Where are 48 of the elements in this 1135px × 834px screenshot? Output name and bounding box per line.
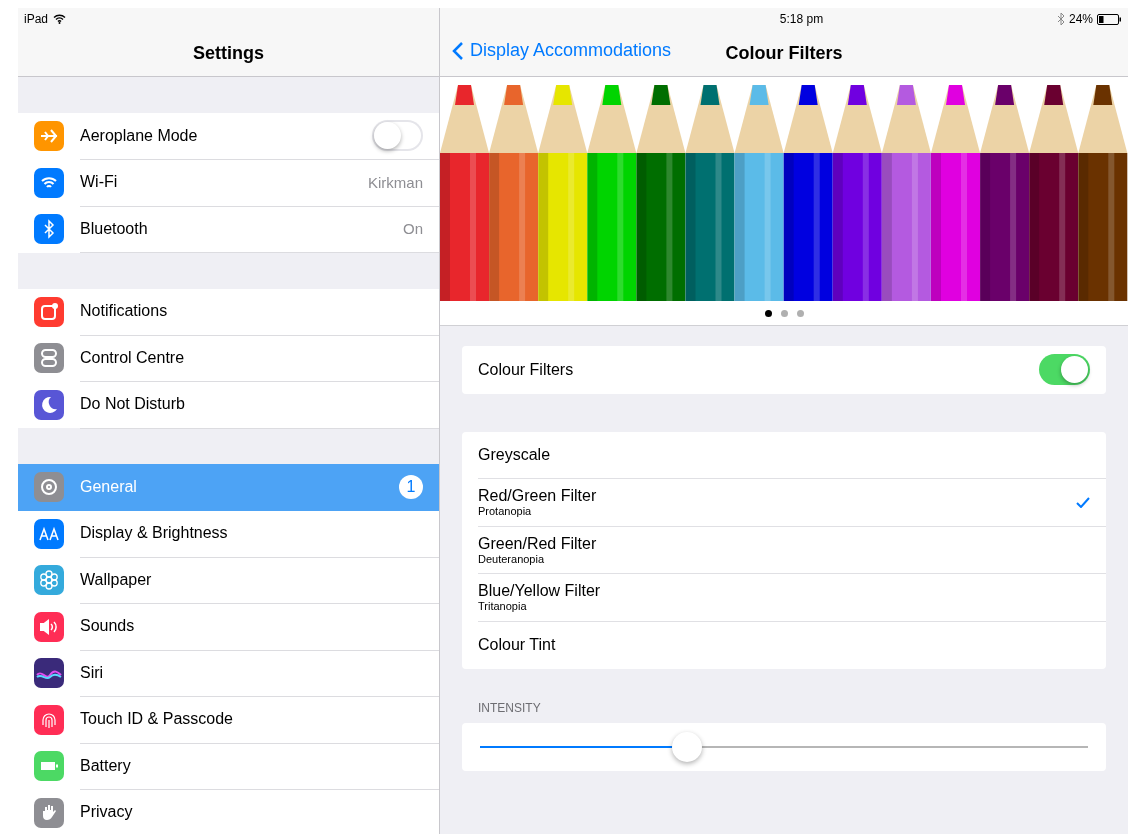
toggle-switch[interactable] bbox=[1039, 354, 1090, 386]
settings-label: Sounds bbox=[80, 617, 135, 636]
setting-label: Colour Filters bbox=[478, 360, 574, 379]
filter-description: Deuteranopia bbox=[478, 552, 546, 565]
bluetooth-icon bbox=[1056, 13, 1065, 25]
settings-label: Privacy bbox=[80, 803, 133, 822]
settings-label: Control Centre bbox=[80, 348, 185, 367]
filter-option[interactable]: Colour Tint bbox=[478, 621, 1106, 669]
settings-label: Notifications bbox=[80, 302, 168, 321]
filter-option[interactable]: Blue/Yellow Filter Tritanopia bbox=[478, 574, 1106, 622]
battery-icon bbox=[1097, 13, 1122, 25]
page-dot[interactable] bbox=[796, 309, 804, 317]
filter-name: Colour Tint bbox=[478, 636, 556, 655]
filter-name: Red/Green Filter bbox=[478, 487, 597, 506]
filter-name: Blue/Yellow Filter bbox=[478, 582, 601, 601]
filter-name: Green/Red Filter bbox=[478, 534, 597, 553]
chevron-left-icon bbox=[452, 40, 464, 61]
clock-time: 5:18 pm bbox=[779, 12, 824, 26]
settings-label: Battery bbox=[80, 756, 131, 775]
filter-option[interactable]: Greyscale bbox=[478, 431, 1106, 479]
back-button[interactable]: Display Accommodations bbox=[452, 40, 672, 61]
setting-value: Kirkman bbox=[368, 173, 423, 191]
settings-label: Siri bbox=[80, 663, 104, 682]
filter-description: Protanopia bbox=[478, 505, 533, 518]
filter-option[interactable]: Green/Red Filter Deuteranopia bbox=[478, 526, 1106, 574]
device-name: iPad bbox=[24, 12, 49, 26]
filter-name: Greyscale bbox=[478, 445, 551, 464]
settings-label: Touch ID & Passcode bbox=[80, 710, 233, 729]
page-title: Colour Filters bbox=[725, 42, 843, 64]
settings-label: Wallpaper bbox=[80, 570, 152, 589]
battery-percent: 24% bbox=[1068, 12, 1093, 26]
settings-label: Bluetooth bbox=[80, 219, 148, 238]
settings-label: Aeroplane Mode bbox=[80, 126, 198, 145]
settings-label: Display & Brightness bbox=[80, 524, 228, 543]
settings-label: General bbox=[80, 477, 137, 496]
filter-option[interactable]: Red/Green Filter Protanopia bbox=[478, 479, 1106, 527]
page-dot[interactable] bbox=[780, 309, 788, 317]
wifi-icon bbox=[53, 14, 67, 24]
toggle-switch[interactable] bbox=[372, 120, 423, 152]
sidebar-title: Settings bbox=[193, 42, 264, 64]
settings-item[interactable]: General 1 bbox=[18, 464, 439, 511]
filter-description: Tritanopia bbox=[478, 600, 528, 613]
settings-label: Wi-Fi bbox=[80, 173, 118, 192]
settings-label: Do Not Disturb bbox=[80, 395, 185, 414]
page-dot[interactable] bbox=[764, 309, 772, 317]
section-header: INTENSITY bbox=[478, 701, 542, 715]
notification-badge: 1 bbox=[399, 474, 423, 499]
setting-value: On bbox=[403, 220, 423, 238]
